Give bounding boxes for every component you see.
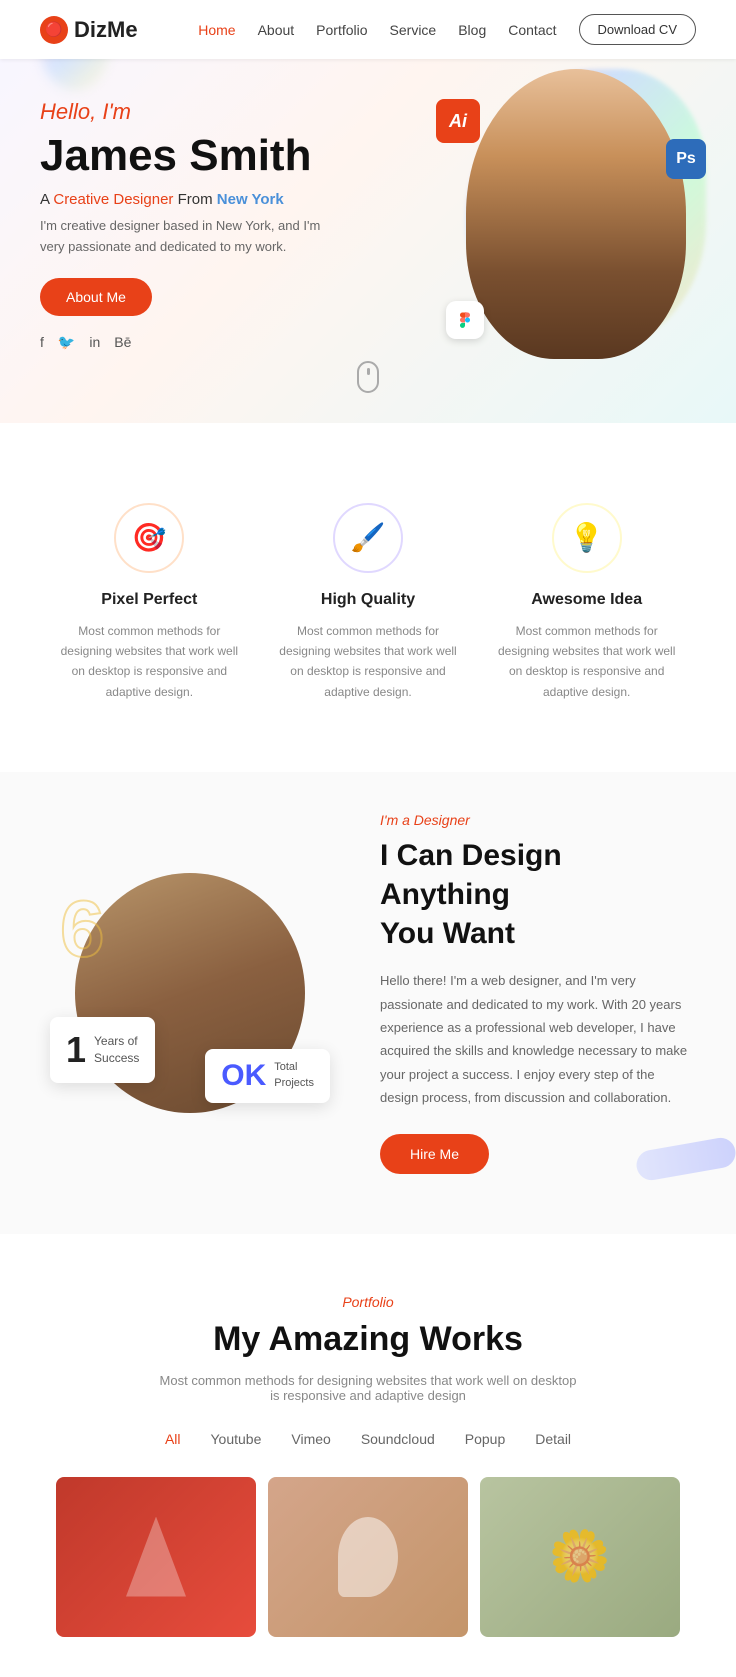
scroll-dot (367, 368, 370, 375)
filter-popup[interactable]: Popup (465, 1431, 505, 1447)
features-section: 🎯 Pixel Perfect Most common methods for … (0, 423, 736, 773)
social-facebook[interactable]: f (40, 334, 44, 350)
hero-content: Hello, I'm James Smith A Creative Design… (40, 99, 400, 351)
subtitle-mid: From (173, 191, 216, 208)
filter-all[interactable]: All (165, 1431, 181, 1447)
feature-title-3: Awesome Idea (497, 591, 676, 609)
portfolio-section: Portfolio My Amazing Works Most common m… (0, 1234, 736, 1677)
about-heading: I Can Design Anything You Want (380, 836, 696, 953)
lightbulb-icon: 💡 (569, 521, 604, 554)
figma-icon (454, 309, 476, 331)
social-links: f 🐦 in Bē (40, 334, 400, 351)
subtitle-role: Creative Designer (53, 191, 173, 208)
download-cv-button[interactable]: Download CV (579, 14, 697, 45)
figma-badge (446, 301, 484, 339)
geo-shape-icon (126, 1517, 186, 1597)
ai-label: Ai (449, 111, 467, 132)
portfolio-item-2[interactable] (268, 1477, 468, 1637)
about-tag: I'm a Designer (380, 812, 696, 828)
feature-title-1: Pixel Perfect (60, 591, 239, 609)
filter-detail[interactable]: Detail (535, 1431, 571, 1447)
six-decor: 6 (60, 883, 105, 975)
social-behance[interactable]: Bē (114, 334, 131, 350)
social-linkedin[interactable]: in (89, 334, 100, 350)
feature-icon-wrap-2: 🖌️ (333, 503, 403, 573)
flower-icon: 🌼 (549, 1527, 611, 1586)
feature-high-quality: 🖌️ High Quality Most common methods for … (259, 483, 478, 723)
total-projects-badge: OK Total Projects (205, 1049, 330, 1103)
person-placeholder (466, 69, 686, 359)
nav-contact[interactable]: Contact (508, 22, 556, 38)
hero-subtitle: A Creative Designer From New York (40, 191, 400, 208)
portfolio-filters: All Youtube Vimeo Soundcloud Popup Detai… (40, 1431, 696, 1447)
orb-shape-icon (338, 1517, 398, 1597)
ps-label: Ps (676, 150, 696, 168)
about-content: I'm a Designer I Can Design Anything You… (380, 812, 696, 1173)
feature-icon-wrap-1: 🎯 (114, 503, 184, 573)
brush-icon: 🖌️ (351, 521, 386, 554)
nav-about[interactable]: About (258, 22, 295, 38)
nav-home[interactable]: Home (198, 22, 235, 38)
nav-portfolio[interactable]: Portfolio (316, 22, 367, 38)
ok-number: OK (221, 1059, 266, 1093)
logo-icon: 🔴 (40, 16, 68, 44)
years-of-success-badge: 1 Years of Success (50, 1017, 155, 1083)
years-label: Years of Success (94, 1033, 139, 1067)
scroll-mouse-icon (357, 361, 379, 393)
navbar: 🔴 DizMe Home About Portfolio Service Blo… (0, 0, 736, 59)
portfolio-item-1[interactable] (56, 1477, 256, 1637)
years-number: 1 (66, 1029, 86, 1071)
filter-soundcloud[interactable]: Soundcloud (361, 1431, 435, 1447)
feature-desc-3: Most common methods for designing websit… (497, 621, 676, 703)
target-icon: 🎯 (132, 521, 167, 554)
feature-desc-2: Most common methods for designing websit… (279, 621, 458, 703)
hero-description: I'm creative designer based in New York,… (40, 216, 340, 258)
subtitle-prefix: A (40, 191, 53, 208)
hero-person-image (466, 69, 686, 359)
portfolio-item-3[interactable]: 🌼 (480, 1477, 680, 1637)
about-section: 6 1 Years of Success OK Total Projects I… (0, 772, 736, 1233)
feature-pixel-perfect: 🎯 Pixel Perfect Most common methods for … (40, 483, 259, 723)
social-twitter[interactable]: 🐦 (58, 334, 75, 351)
ps-badge: Ps (666, 139, 706, 179)
logo[interactable]: 🔴 DizMe (40, 16, 138, 44)
ok-label: Total Projects (274, 1060, 314, 1091)
feature-awesome-idea: 💡 Awesome Idea Most common methods for d… (477, 483, 696, 723)
feature-title-2: High Quality (279, 591, 458, 609)
nav-links: Home About Portfolio Service Blog Contac… (198, 14, 696, 45)
features-grid: 🎯 Pixel Perfect Most common methods for … (40, 483, 696, 723)
about-me-button[interactable]: About Me (40, 278, 152, 316)
filter-vimeo[interactable]: Vimeo (291, 1431, 330, 1447)
portfolio-description: Most common methods for designing websit… (158, 1373, 578, 1403)
feature-icon-wrap-3: 💡 (552, 503, 622, 573)
logo-text: DizMe (74, 17, 138, 43)
feature-desc-1: Most common methods for designing websit… (60, 621, 239, 703)
portfolio-grid: 🌼 (40, 1477, 696, 1637)
hero-section: Hello, I'm James Smith A Creative Design… (0, 59, 736, 423)
hire-me-button[interactable]: Hire Me (380, 1134, 489, 1174)
nav-blog[interactable]: Blog (458, 22, 486, 38)
hero-image-area: Ai Ps (426, 69, 706, 379)
hero-hello: Hello, I'm (40, 99, 400, 125)
hero-name: James Smith (40, 131, 400, 181)
ai-badge: Ai (436, 99, 480, 143)
about-description: Hello there! I'm a web designer, and I'm… (380, 969, 696, 1109)
about-image-side: 6 1 Years of Success OK Total Projects (40, 873, 340, 1113)
subtitle-location: New York (217, 191, 284, 208)
portfolio-tag: Portfolio (40, 1294, 696, 1310)
portfolio-title: My Amazing Works (40, 1320, 696, 1359)
nav-service[interactable]: Service (390, 22, 437, 38)
filter-youtube[interactable]: Youtube (211, 1431, 262, 1447)
